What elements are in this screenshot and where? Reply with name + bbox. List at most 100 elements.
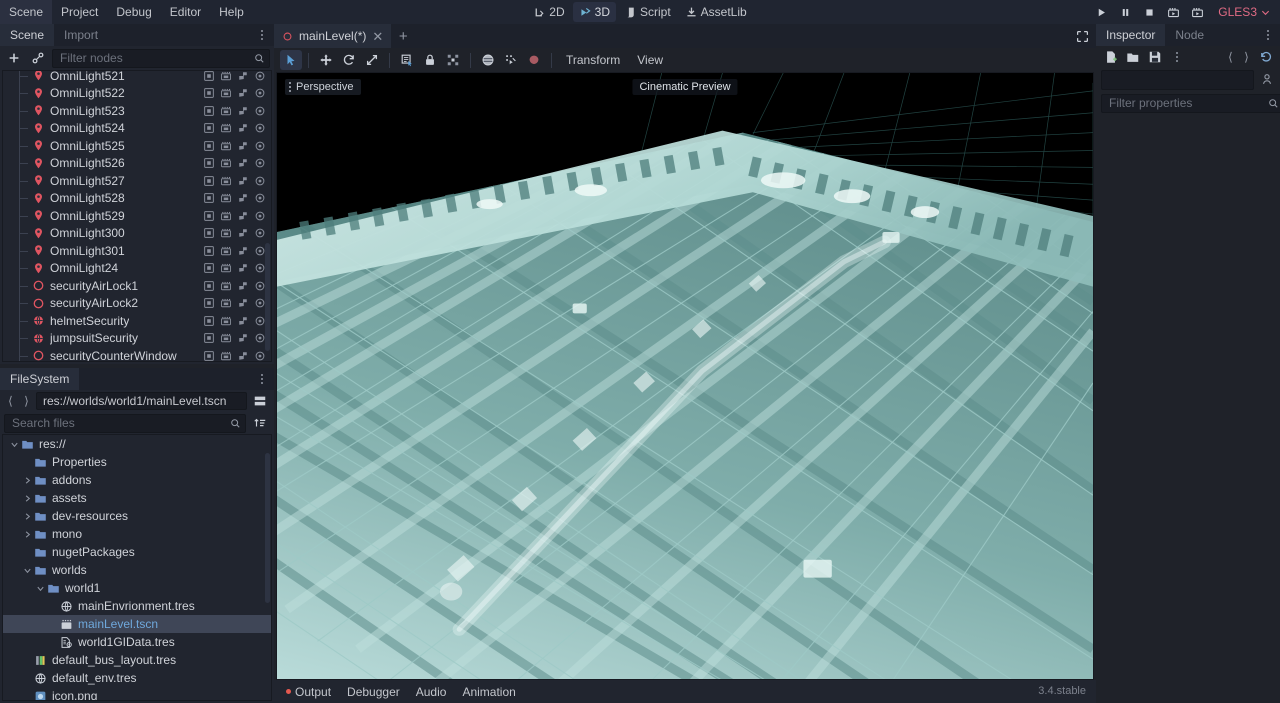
script-icon[interactable]	[219, 244, 233, 258]
group-icon[interactable]	[236, 209, 250, 223]
chevron-down-icon[interactable]	[35, 583, 46, 594]
filesystem-item-worlds[interactable]: worlds	[3, 561, 271, 579]
scene-tree-item-securityairlock2[interactable]: securityAirLock2	[3, 294, 271, 312]
tab-filesystem[interactable]: FileSystem	[0, 368, 80, 390]
script-icon[interactable]	[219, 156, 233, 170]
filesystem-item-properties[interactable]: Properties	[3, 453, 271, 471]
filesystem-tree[interactable]: res:// Properties addons assets dev-resource…	[2, 434, 272, 701]
lock-icon[interactable]	[253, 174, 267, 188]
visibility-toggle-icon[interactable]	[202, 331, 216, 345]
lock-icon[interactable]	[253, 86, 267, 100]
visibility-toggle-icon[interactable]	[202, 139, 216, 153]
group-icon[interactable]	[236, 226, 250, 240]
distraction-free-icon[interactable]	[1072, 26, 1092, 46]
script-icon[interactable]	[219, 86, 233, 100]
nav-back-button[interactable]: ⟨	[4, 392, 17, 410]
visibility-toggle-icon[interactable]	[202, 209, 216, 223]
script-icon[interactable]	[219, 331, 233, 345]
scene-tree[interactable]: OmniLight521 OmniLight522 OmniLight523 Omni…	[2, 70, 272, 362]
filter-nodes-input[interactable]	[60, 51, 250, 65]
list-select-icon[interactable]	[396, 50, 418, 70]
script-icon[interactable]	[219, 209, 233, 223]
filesystem-item-mainenvrionment-tres[interactable]: mainEnvrionment.tres	[3, 597, 271, 615]
shadeless-icon[interactable]	[523, 50, 545, 70]
load-resource-icon[interactable]	[1123, 47, 1143, 67]
nav-forward-button[interactable]: ⟩	[20, 392, 33, 410]
move-mode-icon[interactable]	[315, 50, 337, 70]
scene-tree-item-securitycounterwindow[interactable]: securityCounterWindow	[3, 347, 271, 361]
bottom-button-animation[interactable]: Animation	[454, 680, 523, 703]
rotate-mode-icon[interactable]	[338, 50, 360, 70]
group-icon[interactable]	[236, 314, 250, 328]
visibility-toggle-icon[interactable]	[202, 71, 216, 83]
search-files-box[interactable]	[4, 413, 246, 433]
filesystem-item-addons[interactable]: addons	[3, 471, 271, 489]
scene-tree-item-securityairlock1[interactable]: securityAirLock1	[3, 277, 271, 295]
lock-icon[interactable]	[419, 50, 441, 70]
group-icon[interactable]	[236, 296, 250, 310]
script-icon[interactable]	[219, 261, 233, 275]
play-button[interactable]	[1090, 1, 1112, 23]
lock-icon[interactable]	[253, 156, 267, 170]
visibility-toggle-icon[interactable]	[202, 121, 216, 135]
menu-project[interactable]: Project	[52, 0, 107, 24]
view-menu[interactable]: View	[629, 50, 671, 70]
script-icon[interactable]	[219, 349, 233, 361]
bottom-button-audio[interactable]: Audio	[408, 680, 455, 703]
scene-tree-item-omnilight527[interactable]: OmniLight527	[3, 172, 271, 190]
filesystem-item-mono[interactable]: mono	[3, 525, 271, 543]
tab-inspector[interactable]: Inspector	[1096, 24, 1166, 46]
group-icon[interactable]	[236, 191, 250, 205]
filter-properties-box[interactable]	[1101, 93, 1280, 113]
chevron-right-icon[interactable]	[22, 475, 33, 486]
visibility-toggle-icon[interactable]	[202, 191, 216, 205]
visibility-toggle-icon[interactable]	[202, 226, 216, 240]
lock-icon[interactable]	[253, 226, 267, 240]
scene-tree-item-helmetsecurity[interactable]: helmetSecurity	[3, 312, 271, 330]
group-icon[interactable]	[236, 261, 250, 275]
scene-tree-item-omnilight301[interactable]: OmniLight301	[3, 242, 271, 260]
scene-dock-menu-button[interactable]	[254, 24, 270, 46]
inspector-object-field[interactable]	[1101, 70, 1254, 90]
history-next-icon[interactable]: ⟩	[1240, 48, 1253, 66]
scene-tree-item-omnilight524[interactable]: OmniLight524	[3, 119, 271, 137]
lock-icon[interactable]	[253, 139, 267, 153]
search-files-input[interactable]	[12, 416, 226, 430]
visibility-toggle-icon[interactable]	[202, 279, 216, 293]
visibility-toggle-icon[interactable]	[202, 314, 216, 328]
lock-icon[interactable]	[253, 104, 267, 118]
add-scene-tab-button[interactable]: +	[391, 24, 415, 48]
filesystem-item-world1gidata-tres[interactable]: world1GIData.tres	[3, 633, 271, 651]
viewport-container[interactable]: Perspective Cinematic Preview	[276, 72, 1094, 680]
script-icon[interactable]	[219, 296, 233, 310]
script-icon[interactable]	[219, 279, 233, 293]
group-icon[interactable]	[236, 244, 250, 258]
filesystem-item-world1[interactable]: world1	[3, 579, 271, 597]
menu-debug[interactable]: Debug	[107, 0, 160, 24]
filesystem-item-nugetpackages[interactable]: nugetPackages	[3, 543, 271, 561]
scene-tree-item-omnilight300[interactable]: OmniLight300	[3, 224, 271, 242]
script-icon[interactable]	[219, 314, 233, 328]
3d-viewport[interactable]: Perspective Cinematic Preview	[277, 73, 1093, 679]
lock-icon[interactable]	[253, 349, 267, 361]
toggle-split-mode-button[interactable]	[250, 391, 270, 411]
visibility-toggle-icon[interactable]	[202, 296, 216, 310]
script-icon[interactable]	[219, 71, 233, 83]
current-path-label[interactable]: res://worlds/world1/mainLevel.tscn	[36, 392, 247, 410]
group-icon[interactable]	[236, 331, 250, 345]
filesystem-scrollbar[interactable]	[265, 453, 270, 603]
visibility-toggle-icon[interactable]	[202, 349, 216, 361]
visibility-toggle-icon[interactable]	[202, 156, 216, 170]
group-icon[interactable]	[442, 50, 464, 70]
filesystem-item-default-env-tres[interactable]: default_env.tres	[3, 669, 271, 687]
group-icon[interactable]	[236, 174, 250, 188]
group-icon[interactable]	[236, 139, 250, 153]
scene-tree-item-omnilight522[interactable]: OmniLight522	[3, 84, 271, 102]
filesystem-item-mainlevel-tscn[interactable]: mainLevel.tscn	[3, 615, 271, 633]
scene-tree-item-omnilight528[interactable]: OmniLight528	[3, 189, 271, 207]
stop-button[interactable]	[1138, 1, 1160, 23]
play-scene-button[interactable]	[1162, 1, 1184, 23]
transform-menu[interactable]: Transform	[558, 50, 628, 70]
script-icon[interactable]	[219, 174, 233, 188]
open-docs-icon[interactable]	[1258, 70, 1275, 87]
